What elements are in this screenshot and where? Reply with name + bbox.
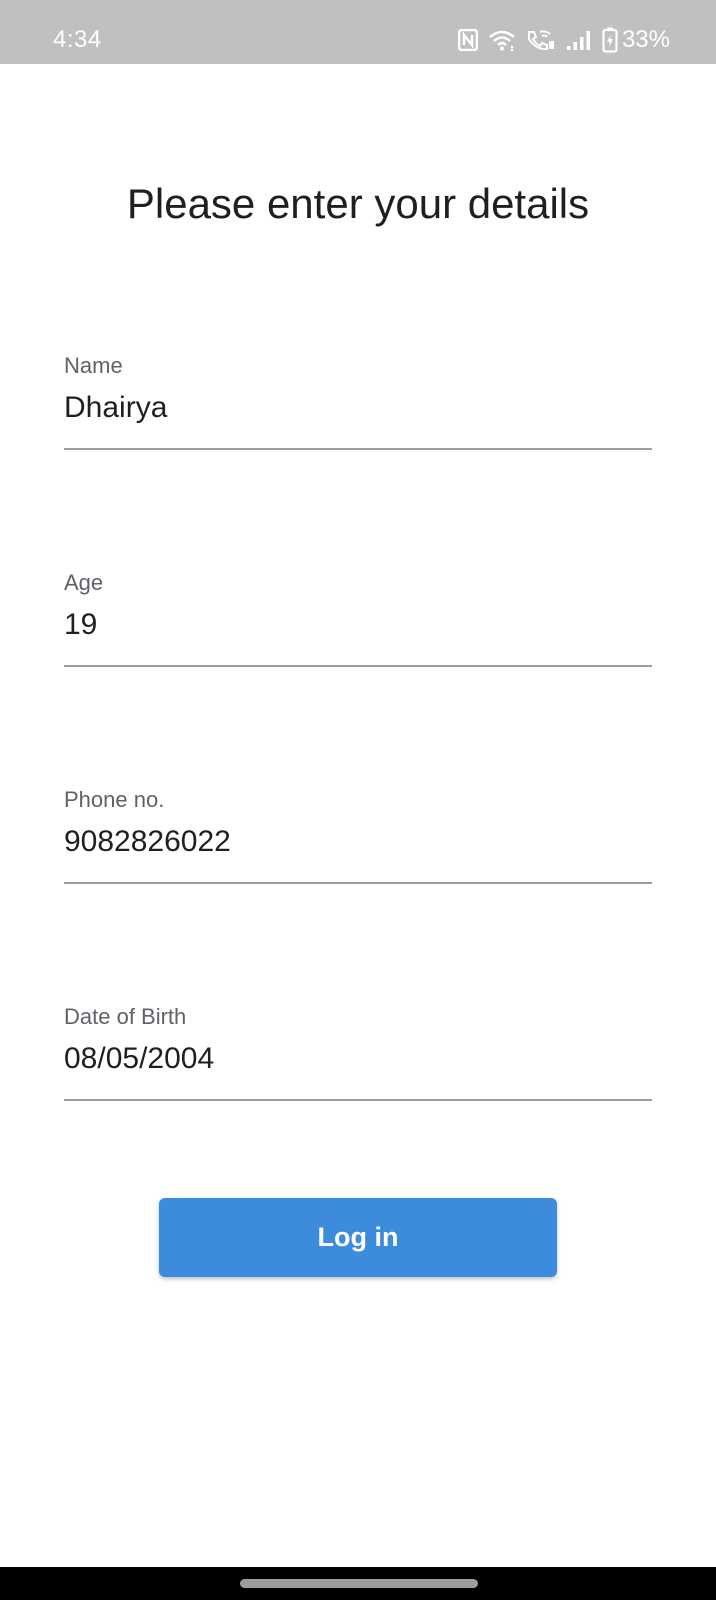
phone-field: Phone no. [64, 786, 652, 884]
date-of-birth-field: Date of Birth [64, 1003, 652, 1101]
wifi-icon [488, 29, 516, 51]
age-input[interactable] [64, 603, 652, 647]
status-icons: 33% [457, 24, 670, 56]
status-time: 4:34 [53, 26, 102, 53]
date-of-birth-input[interactable] [64, 1037, 652, 1081]
wifi-calling-icon [526, 29, 556, 51]
login-button[interactable]: Log in [159, 1198, 557, 1277]
phone-input[interactable] [64, 820, 652, 864]
phone-label: Phone no. [64, 787, 165, 812]
page-title: Please enter your details [126, 180, 590, 227]
navigation-bar [0, 1567, 716, 1600]
name-label: Name [64, 353, 123, 378]
nfc-icon [457, 29, 478, 51]
name-input[interactable] [64, 386, 652, 430]
battery-charging-icon [602, 27, 618, 53]
name-field: Name [64, 352, 652, 450]
age-field: Age [64, 569, 652, 667]
battery-percentage: 33% [621, 26, 670, 53]
status-bar: 4:34 33% [0, 0, 716, 64]
signal-icon [566, 29, 592, 51]
date-of-birth-label: Date of Birth [64, 1004, 187, 1029]
home-handle[interactable] [240, 1579, 478, 1588]
age-label: Age [64, 570, 104, 595]
